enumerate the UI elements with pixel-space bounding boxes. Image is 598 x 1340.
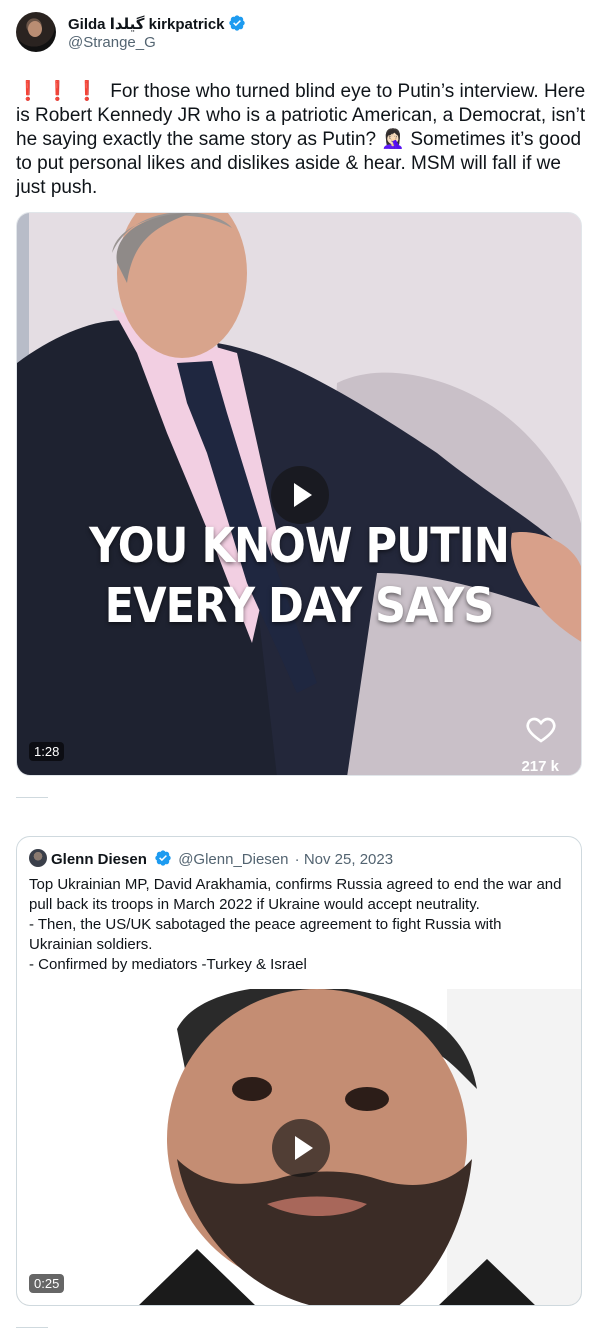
play-button[interactable] — [272, 1119, 330, 1177]
verified-badge-icon — [155, 850, 171, 866]
author-name-text[interactable]: Gilda گیلدا kirkpatrick — [68, 16, 225, 33]
separator-line — [16, 797, 48, 798]
quoted-author-avatar[interactable] — [29, 849, 47, 867]
quoted-text-line: - Then, the US/UK sabotaged the peace ag… — [29, 916, 502, 953]
author-name[interactable]: Gilda گیلدا kirkpatrick — [68, 14, 246, 33]
quoted-date[interactable]: · Nov 25, 2023 — [295, 851, 393, 868]
like-count: 217 k — [521, 758, 559, 775]
quoted-author-handle[interactable]: @Glenn_Diesen — [178, 851, 288, 868]
quoted-author-name[interactable]: Glenn Diesen — [51, 851, 147, 868]
quoted-tweet-header: Glenn Diesen @Glenn_Diesen · Nov 25, 202… — [29, 849, 393, 868]
quoted-text: Top Ukrainian MP, David Arakhamia, confi… — [29, 875, 569, 975]
play-button[interactable] — [271, 466, 329, 524]
tweet-header: Gilda گیلدا kirkpatrick @Strange_G — [16, 12, 576, 54]
verified-badge-icon — [228, 15, 245, 31]
quoted-tweet[interactable]: Glenn Diesen @Glenn_Diesen · Nov 25, 202… — [16, 836, 582, 1306]
exclamation-icons: ❗❗❗ — [16, 81, 105, 102]
heart-icon[interactable] — [523, 713, 559, 745]
author-handle[interactable]: @Strange_G — [68, 34, 156, 51]
video-caption-line1: YOU KNOW PUTIN — [89, 518, 510, 574]
author-avatar[interactable] — [16, 12, 56, 52]
quoted-video-duration: 0:25 — [29, 1274, 65, 1293]
tweet-video[interactable]: YOU KNOW PUTIN EVERY DAY SAYS 1:28 217 k — [16, 212, 582, 776]
quoted-text-line: Top Ukrainian MP, David Arakhamia, confi… — [29, 876, 562, 913]
separator-line — [16, 1327, 48, 1328]
video-duration: 1:28 — [29, 742, 65, 761]
quoted-text-line: - Confirmed by mediators -Turkey & Israe… — [29, 956, 307, 973]
quoted-video[interactable]: 0:25 — [17, 989, 581, 1305]
video-caption-line2: EVERY DAY SAYS — [104, 578, 495, 634]
tweet-text: ❗❗❗ For those who turned blind eye to Pu… — [16, 80, 586, 200]
